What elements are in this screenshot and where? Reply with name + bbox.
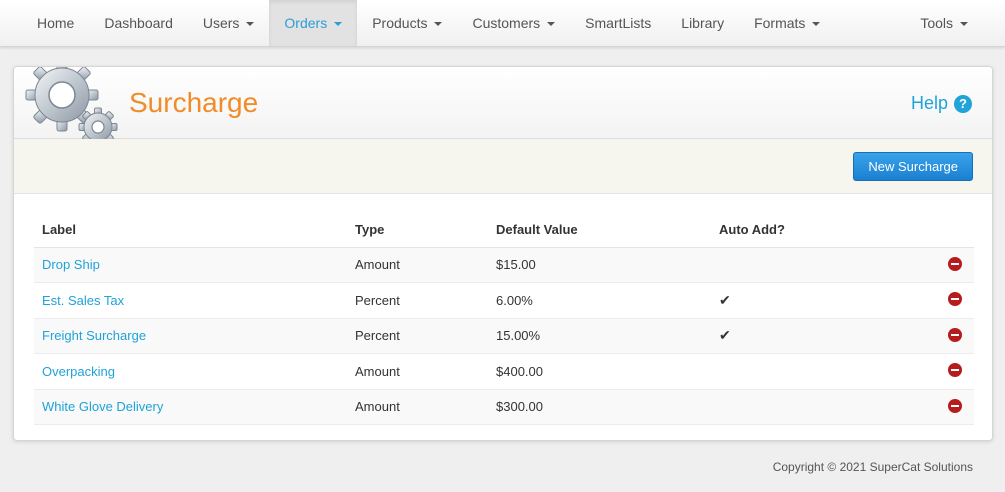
auto-add-check-icon: ✔ xyxy=(719,291,731,308)
action-toolbar: New Surcharge xyxy=(14,139,992,194)
surcharge-panel: Surcharge Help ? New Surcharge Label Typ… xyxy=(13,66,993,441)
caret-down-icon xyxy=(246,21,255,26)
nav-left-group: Home Dashboard Users Orders Products Cus… xyxy=(22,0,835,46)
surcharge-label-link[interactable]: Est. Sales Tax xyxy=(42,293,124,308)
help-label: Help xyxy=(910,93,948,113)
nav-item-label: Library xyxy=(681,15,725,31)
nav-item-label: Home xyxy=(37,15,75,31)
delete-icon[interactable] xyxy=(948,256,962,271)
surcharge-type: Amount xyxy=(347,389,488,425)
nav-item-customers[interactable]: Customers xyxy=(457,0,570,46)
nav-right-group: Tools xyxy=(905,0,983,46)
caret-down-icon xyxy=(960,21,968,26)
column-header-label[interactable]: Label xyxy=(34,212,347,248)
surcharge-table: Label Type Default Value Auto Add? Drop … xyxy=(34,212,974,425)
surcharge-default-value: 15.00% xyxy=(488,318,711,354)
caret-down-icon xyxy=(547,21,556,26)
column-header-type[interactable]: Type xyxy=(347,212,488,248)
caret-down-icon xyxy=(812,21,821,26)
nav-item-dashboard[interactable]: Dashboard xyxy=(89,0,188,46)
top-navbar: Home Dashboard Users Orders Products Cus… xyxy=(0,0,1005,47)
surcharge-type: Amount xyxy=(347,247,488,283)
surcharge-table-wrap: Label Type Default Value Auto Add? Drop … xyxy=(34,212,974,425)
delete-icon[interactable] xyxy=(948,327,962,342)
table-row: White Glove Delivery Amount $300.00 xyxy=(34,389,974,425)
nav-item-label: Orders xyxy=(284,15,328,31)
nav-item-formats[interactable]: Formats xyxy=(739,0,835,46)
nav-item-label: SmartLists xyxy=(585,15,652,31)
nav-item-smartlists[interactable]: SmartLists xyxy=(570,0,666,46)
surcharge-label-link[interactable]: Overpacking xyxy=(42,364,115,379)
nav-item-label: Tools xyxy=(920,15,953,31)
help-link[interactable]: Help ? xyxy=(911,93,972,114)
new-surcharge-button[interactable]: New Surcharge xyxy=(853,152,973,181)
caret-down-icon xyxy=(434,21,443,26)
table-row: Freight Surcharge Percent 15.00% ✔ xyxy=(34,318,974,354)
nav-item-label: Customers xyxy=(472,15,541,31)
question-circle-icon: ? xyxy=(954,94,972,113)
footer-copyright: Copyright © 2021 SuperCat Solutions xyxy=(772,460,973,474)
nav-item-products[interactable]: Products xyxy=(357,0,457,46)
panel-header: Surcharge Help ? xyxy=(14,67,992,147)
nav-item-home[interactable]: Home xyxy=(22,0,89,46)
surcharge-default-value: 6.00% xyxy=(488,282,711,319)
auto-add-check-icon: ✔ xyxy=(719,327,731,344)
table-row: Est. Sales Tax Percent 6.00% ✔ xyxy=(34,282,974,319)
table-row: Drop Ship Amount $15.00 xyxy=(34,247,974,283)
surcharge-label-link[interactable]: Freight Surcharge xyxy=(42,328,146,343)
nav-item-orders[interactable]: Orders xyxy=(269,0,358,46)
nav-item-label: Users xyxy=(202,15,240,31)
delete-icon[interactable] xyxy=(948,363,962,378)
nav-item-users[interactable]: Users xyxy=(188,0,270,46)
table-row: Overpacking Amount $400.00 xyxy=(34,353,974,390)
page-title: Surcharge xyxy=(129,87,259,118)
surcharge-default-value: $300.00 xyxy=(488,389,711,425)
caret-down-icon xyxy=(334,21,343,26)
nav-item-label: Formats xyxy=(754,15,806,31)
nav-item-tools[interactable]: Tools xyxy=(905,0,983,46)
delete-icon[interactable] xyxy=(948,398,962,413)
delete-icon[interactable] xyxy=(948,292,962,307)
column-header-actions xyxy=(911,212,974,248)
table-header-row: Label Type Default Value Auto Add? xyxy=(34,212,974,248)
column-header-default-value[interactable]: Default Value xyxy=(488,212,711,248)
column-header-auto-add[interactable]: Auto Add? xyxy=(711,212,911,248)
surcharge-default-value: $400.00 xyxy=(488,353,711,390)
surcharge-type: Amount xyxy=(347,353,488,390)
surcharge-type: Percent xyxy=(347,318,488,354)
surcharge-default-value: $15.00 xyxy=(488,247,711,283)
surcharge-type: Percent xyxy=(347,282,488,319)
gears-icon xyxy=(25,67,118,147)
nav-item-library[interactable]: Library xyxy=(666,0,739,46)
nav-item-label: Products xyxy=(372,15,428,31)
surcharge-label-link[interactable]: White Glove Delivery xyxy=(42,399,163,414)
surcharge-label-link[interactable]: Drop Ship xyxy=(42,257,100,272)
nav-item-label: Dashboard xyxy=(104,15,173,31)
